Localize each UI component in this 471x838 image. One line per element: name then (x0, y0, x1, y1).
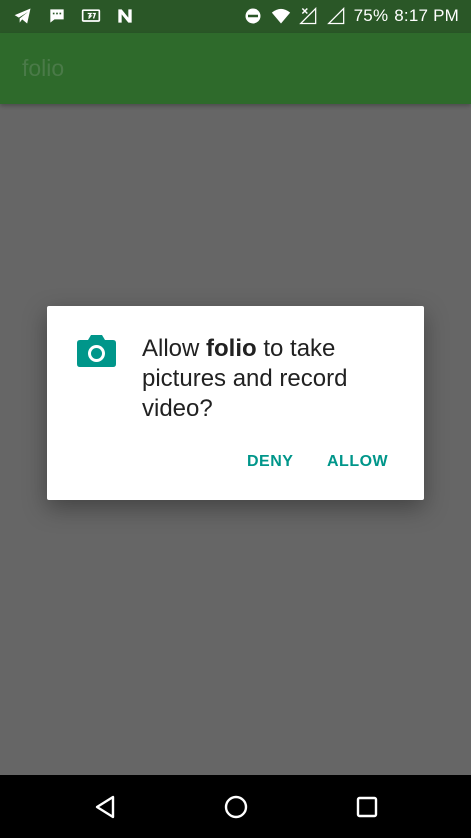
recents-icon[interactable] (354, 794, 380, 820)
message-icon (50, 9, 64, 23)
camera-icon (77, 335, 116, 367)
status-left-icons (12, 6, 136, 26)
battery-percent: 75% (353, 6, 389, 25)
signal-icon (326, 6, 344, 25)
home-icon[interactable] (223, 794, 249, 820)
dnd-icon (245, 8, 261, 24)
permission-dialog: Allow folio to take pictures and record … (47, 306, 424, 500)
app-bar: folio (0, 33, 471, 104)
status-bar: 75% 8:17 PM (0, 0, 471, 33)
deny-button[interactable]: DENY (247, 453, 293, 471)
app-name: folio (206, 335, 257, 362)
telegram-icon (14, 8, 31, 24)
back-icon[interactable] (93, 794, 119, 820)
signal-x-icon (298, 6, 316, 25)
clock: 8:17 PM (394, 6, 459, 25)
dialog-message: Allow folio to take pictures and record … (142, 334, 402, 424)
allow-button[interactable]: ALLOW (327, 453, 388, 471)
message-prefix: Allow (142, 335, 207, 362)
navigation-bar (0, 775, 471, 838)
tv-icon (81, 9, 101, 22)
app-title: folio (22, 55, 65, 81)
wifi-icon (271, 8, 290, 24)
n-icon (118, 9, 132, 23)
status-right-icons: 75% 8:17 PM (242, 6, 459, 26)
